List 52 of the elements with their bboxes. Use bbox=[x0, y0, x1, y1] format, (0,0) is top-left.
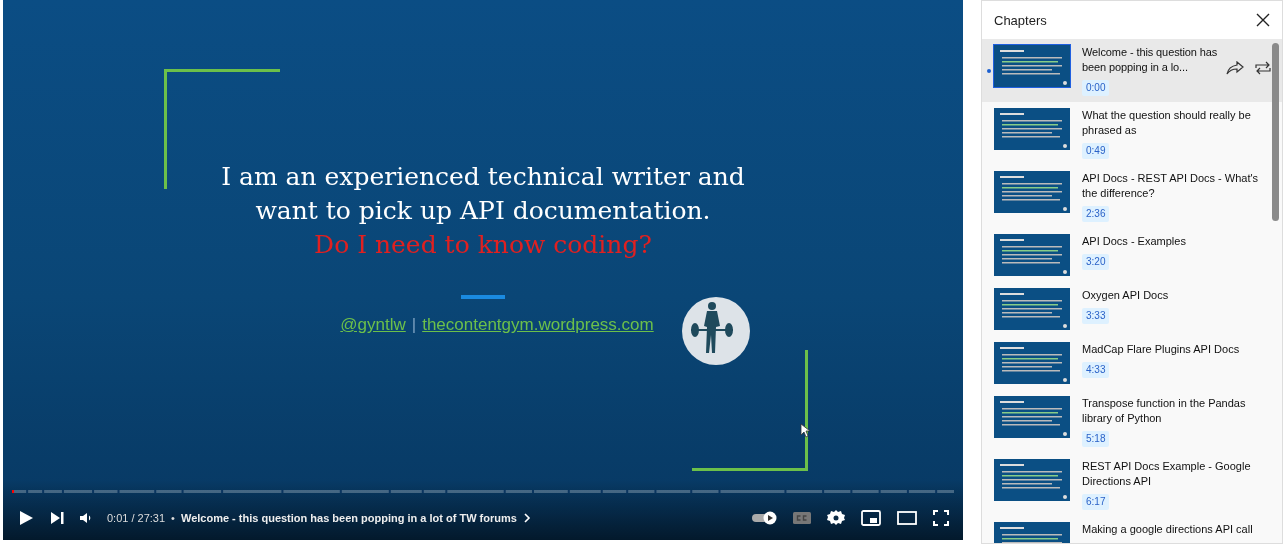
play-icon[interactable] bbox=[17, 509, 35, 527]
chapter-title: API Docs - REST API Docs - What's the difference? bbox=[1082, 171, 1260, 201]
handle-link[interactable]: @gyntlw bbox=[340, 315, 406, 335]
chapter-title: Making a google directions API call bbox=[1082, 522, 1254, 537]
mouse-pointer-icon bbox=[800, 423, 810, 438]
chapter-time: 0:49 bbox=[1082, 143, 1110, 159]
chapter-item[interactable]: API Docs - Examples 3:20 bbox=[982, 228, 1282, 282]
autoplay-toggle[interactable] bbox=[751, 511, 777, 525]
theater-mode-icon[interactable] bbox=[897, 511, 917, 525]
slide-heading: I am an experienced technical writer and want to pick up API documentation. bbox=[220, 161, 746, 227]
slide-question: Do I need to know coding? bbox=[314, 229, 652, 261]
chevron-right-icon[interactable] bbox=[522, 513, 531, 523]
loop-icon[interactable] bbox=[1254, 61, 1272, 75]
next-icon[interactable] bbox=[49, 510, 65, 526]
website-link[interactable]: thecontentgym.wordpress.com bbox=[422, 315, 654, 335]
chapter-item[interactable]: REST API Docs Example - Google Directions API 6:17 bbox=[982, 453, 1282, 516]
chapter-time: 4:33 bbox=[1082, 362, 1110, 378]
chapter-title: API Docs - Examples bbox=[1082, 234, 1187, 249]
bullet: • bbox=[171, 512, 175, 524]
chapter-item[interactable]: MadCap Flare Plugins API Docs 4:33 bbox=[982, 336, 1282, 390]
chapter-item[interactable]: Transpose function in the Pandas library of Python 5:18 bbox=[982, 390, 1282, 453]
chapter-time: 2:36 bbox=[1082, 206, 1110, 222]
chapter-item[interactable]: API Docs - REST API Docs - What's the difference? 2:36 bbox=[982, 165, 1282, 228]
captions-icon[interactable] bbox=[793, 511, 811, 525]
scrollbar[interactable] bbox=[1272, 43, 1279, 221]
chapter-title: REST API Docs Example - Google Directions API bbox=[1082, 459, 1252, 489]
chapter-time: 5:18 bbox=[1082, 431, 1110, 447]
settings-icon[interactable] bbox=[827, 509, 845, 527]
chapter-title: Welcome - this question has been popping in a lo... bbox=[1082, 45, 1218, 75]
chapter-title: What the question should really be phrased as bbox=[1082, 108, 1252, 138]
chapter-title: MadCap Flare Plugins API Docs bbox=[1082, 342, 1241, 357]
chapter-item[interactable]: Making a google directions API call bbox=[982, 516, 1282, 543]
share-icon[interactable] bbox=[1226, 61, 1244, 75]
panel-title: Chapters bbox=[994, 12, 1047, 28]
current-indicator bbox=[987, 69, 991, 73]
weightlifter-logo bbox=[681, 296, 751, 366]
miniplayer-icon[interactable] bbox=[861, 510, 881, 526]
chapter-title: Transpose function in the Pandas library of Python bbox=[1082, 396, 1247, 426]
chapter-time: 3:20 bbox=[1082, 254, 1110, 270]
chapter-title: Oxygen API Docs bbox=[1082, 288, 1170, 303]
chapter-title[interactable]: Welcome - this question has been popping in a lot of TW forums bbox=[180, 512, 517, 524]
fullscreen-icon[interactable] bbox=[933, 510, 949, 526]
close-button[interactable] bbox=[1256, 13, 1270, 27]
time-display: 0:01 / 27:31 bbox=[107, 512, 166, 524]
chapter-time: 0:00 bbox=[1082, 80, 1110, 96]
separator: | bbox=[411, 315, 417, 335]
volume-icon[interactable] bbox=[79, 511, 93, 525]
chapter-time: 6:17 bbox=[1082, 494, 1110, 510]
chapter-item[interactable]: What the question should really be phrased as 0:49 bbox=[982, 102, 1282, 165]
chapter-time: 3:33 bbox=[1082, 308, 1110, 324]
chapter-item[interactable]: Welcome - this question has been popping in a lo... 0:00 bbox=[982, 39, 1282, 102]
chapter-item[interactable]: Oxygen API Docs 3:33 bbox=[982, 282, 1282, 336]
